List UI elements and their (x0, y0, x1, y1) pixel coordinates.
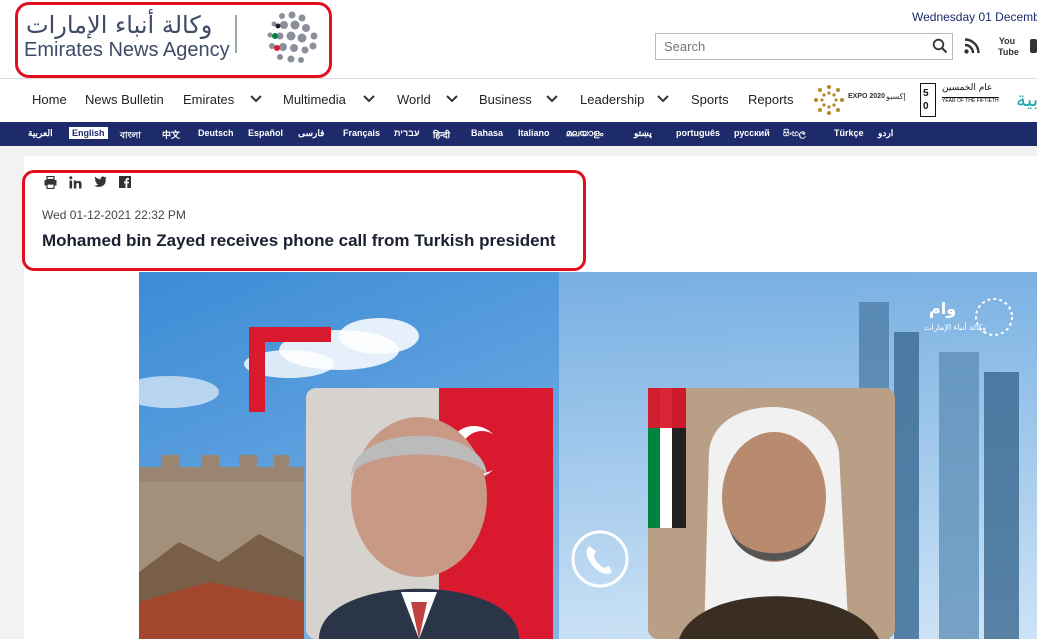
lang-urdu[interactable]: اردو (878, 128, 893, 139)
nav-sports[interactable]: Sports (691, 92, 729, 107)
print-icon[interactable] (44, 176, 57, 189)
logo-arabic-text: وكالة أنباء الإمارات (26, 11, 213, 39)
year50-english: YEAR OF THE FIFTIETH (942, 97, 999, 104)
lang-french[interactable]: Français (343, 128, 380, 138)
logo-english-text: Emirates News Agency (24, 39, 230, 61)
youtube-icon[interactable]: You Tube (998, 35, 1019, 57)
lang-bangla[interactable]: বাংলা (120, 128, 141, 143)
site-logo[interactable]: وكالة أنباء الإمارات Emirates News Agenc… (15, 2, 332, 78)
search-input[interactable] (656, 34, 924, 58)
chevron-down-icon[interactable] (446, 95, 458, 103)
chevron-down-icon[interactable] (657, 95, 669, 103)
portrait-left-card (306, 388, 553, 639)
article-date: Wed 01-12-2021 22:32 PM (42, 208, 186, 222)
nav-reports[interactable]: Reports (748, 92, 794, 107)
main-navigation: Home News Bulletin Emirates Multimedia W… (0, 78, 1037, 122)
lang-persian[interactable]: فارسی (298, 128, 324, 139)
nav-leadership[interactable]: Leadership (580, 92, 644, 107)
current-date: Wednesday 01 December (912, 10, 1037, 24)
lang-italian[interactable]: Italiano (518, 128, 550, 138)
nav-world[interactable]: World (397, 92, 431, 107)
year50-number-box: 50 (920, 83, 936, 117)
lang-english[interactable]: English (69, 127, 108, 139)
chevron-down-icon[interactable] (363, 95, 375, 103)
lang-portuguese[interactable]: português (676, 128, 720, 138)
lang-malayalam[interactable]: മലയാളം (566, 128, 603, 139)
other-icon[interactable] (1030, 37, 1037, 55)
expo-arabic-label: إكسبو (886, 92, 906, 101)
search-icon[interactable] (932, 38, 948, 54)
language-bar: العربية English বাংলা 中文 Deutsch Español… (0, 122, 1037, 146)
lang-bahasa[interactable]: Bahasa (471, 128, 503, 138)
nav-multimedia[interactable]: Multimedia (283, 92, 346, 107)
year50-arabic: عام الخمسين (942, 83, 993, 93)
lang-sinhala[interactable]: සිංහල (783, 128, 806, 139)
chevron-down-icon[interactable] (546, 95, 558, 103)
nav-home[interactable]: Home (32, 92, 67, 107)
lang-pashto[interactable]: پښتو (634, 128, 652, 139)
site-header: وكالة أنباء الإمارات Emirates News Agenc… (0, 0, 1037, 78)
watermark-arabic: وكالة أنباء الإمارات (924, 322, 986, 333)
facebook-icon[interactable] (119, 176, 131, 188)
expo-label: EXPO 2020 (848, 93, 885, 100)
lang-chinese[interactable]: 中文 (162, 128, 180, 141)
lang-arabic[interactable]: العربية (28, 128, 53, 139)
youtube-label: You Tube (998, 36, 1019, 57)
nav-emirates[interactable]: Emirates (183, 92, 234, 107)
nav-business[interactable]: Business (479, 92, 532, 107)
lang-spanish[interactable]: Español (248, 128, 283, 138)
expo-ring-icon (814, 85, 844, 115)
search-box[interactable] (655, 33, 953, 60)
arabic-banner-text[interactable]: عربية (1016, 87, 1037, 111)
lang-german[interactable]: Deutsch (198, 128, 234, 138)
portrait-right-card (648, 388, 895, 639)
lang-hindi[interactable]: हिन्दी (433, 128, 450, 141)
lang-russian[interactable]: русский (734, 128, 770, 138)
chevron-down-icon[interactable] (250, 95, 262, 103)
logo-separator (235, 15, 237, 53)
year50-number: 50 (923, 88, 929, 112)
rss-icon[interactable] (963, 37, 981, 55)
article-photo: وام وكالة أنباء الإمارات (139, 272, 1037, 639)
linkedin-icon[interactable] (69, 176, 82, 189)
lang-hebrew[interactable]: עברית (394, 128, 420, 138)
nav-news-bulletin[interactable]: News Bulletin (85, 92, 164, 107)
watermark-wam: وام (929, 299, 956, 318)
wam-dots-logo-icon (267, 11, 318, 63)
article-title[interactable]: Mohamed bin Zayed receives phone call fr… (42, 231, 556, 251)
lang-turkish[interactable]: Türkçe (834, 128, 864, 138)
twitter-icon[interactable] (94, 176, 107, 188)
